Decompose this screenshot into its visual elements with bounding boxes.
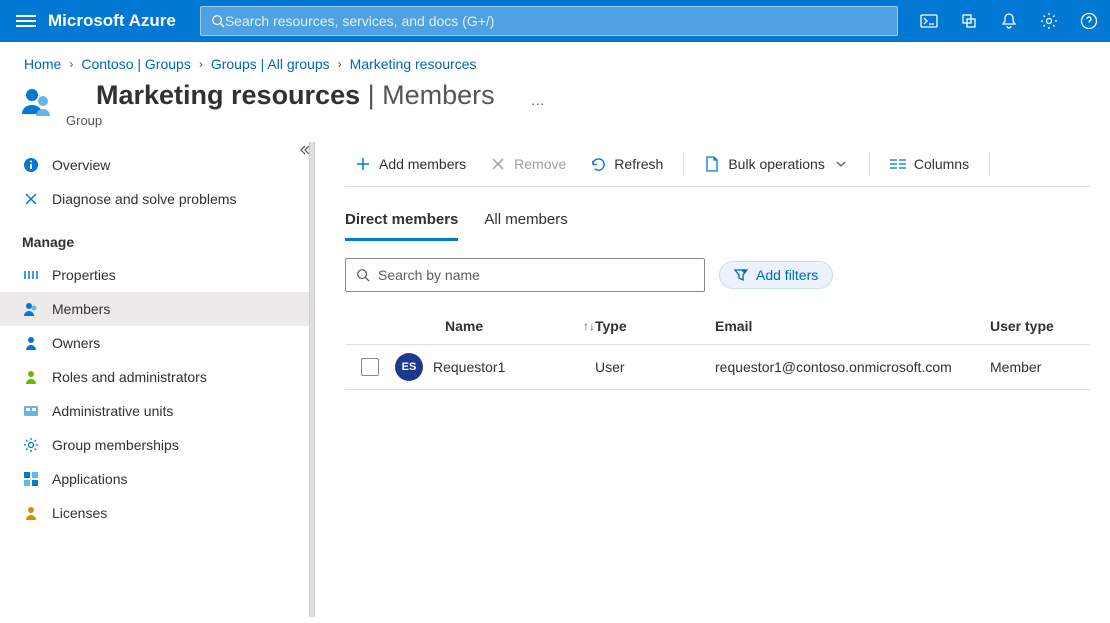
columns-button[interactable]: Columns [880,150,979,178]
remove-button: Remove [480,150,576,178]
top-icon-bar [918,10,1100,32]
sidebar-item-label: Owners [52,335,100,351]
row-usertype: Member [990,359,1090,375]
sidebar-manage-heading: Manage [0,216,315,258]
menu-icon[interactable] [16,15,36,27]
breadcrumb-contoso[interactable]: Contoso | Groups [81,56,190,72]
help-icon[interactable] [1078,10,1100,32]
wrench-icon [22,190,40,208]
admin-units-icon [22,402,40,420]
breadcrumb: Home › Contoso | Groups › Groups | All g… [0,42,1110,80]
sidebar-item-label: Group memberships [52,437,179,453]
column-usertype[interactable]: User type [990,318,1090,334]
add-filters-button[interactable]: Add filters [719,261,833,289]
licenses-icon [22,504,40,522]
main-content: Add members Remove Refresh Bulk operatio [315,142,1110,617]
columns-icon [890,156,906,172]
sidebar-item-label: Applications [52,471,128,487]
row-name: Requestor1 [433,359,505,375]
file-icon [704,156,720,172]
column-type[interactable]: Type [595,318,715,334]
directories-icon[interactable] [958,10,980,32]
sidebar-properties[interactable]: Properties [0,258,315,292]
toolbar: Add members Remove Refresh Bulk operatio [345,142,1090,187]
sidebar-item-label: Diagnose and solve problems [52,191,236,207]
chevron-down-icon [833,156,849,172]
sidebar-group-memberships[interactable]: Group memberships [0,428,315,462]
sidebar-item-label: Roles and administrators [52,369,207,385]
row-type: User [595,359,715,375]
properties-icon [22,266,40,284]
x-icon [490,156,506,172]
sidebar-item-label: Overview [52,157,110,173]
column-name[interactable]: Name ↑↓ [395,318,595,334]
sidebar-item-label: Administrative units [52,403,173,419]
plus-icon [355,156,371,172]
filter-row: Add filters [345,258,1090,292]
chevron-right-icon: › [69,57,73,71]
toolbar-divider [989,152,990,176]
tab-direct-members[interactable]: Direct members [345,205,458,241]
sidebar: Overview Diagnose and solve problems Man… [0,142,315,617]
sidebar-roles[interactable]: Roles and administrators [0,360,315,394]
global-search-input[interactable] [225,13,887,29]
sidebar-diagnose[interactable]: Diagnose and solve problems [0,182,315,216]
column-email[interactable]: Email [715,318,990,334]
breadcrumb-groups[interactable]: Groups | All groups [211,56,330,72]
refresh-icon [590,156,606,172]
global-search[interactable] [200,6,898,36]
gear-icon [22,436,40,454]
chevron-right-icon: › [199,57,203,71]
breadcrumb-current[interactable]: Marketing resources [350,56,477,72]
sidebar-item-label: Members [52,301,110,317]
bulk-operations-button[interactable]: Bulk operations [694,150,859,178]
row-email: requestor1@contoso.onmicrosoft.com [715,359,990,375]
sidebar-item-label: Properties [52,267,116,283]
search-icon [356,268,370,282]
sidebar-admin-units[interactable]: Administrative units [0,394,315,428]
search-icon [211,14,225,28]
info-icon [22,156,40,174]
cloud-shell-icon[interactable] [918,10,940,32]
page-title: Marketing resources | Members [66,80,515,111]
toolbar-divider [683,152,684,176]
settings-icon[interactable] [1038,10,1060,32]
more-icon[interactable]: … [531,92,546,108]
notifications-icon[interactable] [998,10,1020,32]
row-checkbox[interactable] [361,358,379,376]
sidebar-licenses[interactable]: Licenses [0,496,315,530]
name-search-input[interactable] [378,267,694,283]
owners-icon [22,334,40,352]
sidebar-members[interactable]: Members [0,292,315,326]
apps-icon [22,470,40,488]
member-tabs: Direct members All members [345,205,1090,242]
name-search[interactable] [345,258,705,292]
refresh-button[interactable]: Refresh [580,150,673,178]
page-header: Marketing resources | Members Group … [0,80,1110,142]
members-icon [22,300,40,318]
members-table: Name ↑↓ Type Email User type ES Requesto… [345,308,1090,390]
sidebar-owners[interactable]: Owners [0,326,315,360]
sidebar-item-label: Licenses [52,505,107,521]
top-header: Microsoft Azure [0,0,1110,42]
page-subtitle: Group [66,113,515,128]
filter-icon [734,268,748,282]
table-header: Name ↑↓ Type Email User type [345,308,1090,345]
breadcrumb-home[interactable]: Home [24,56,61,72]
group-icon [20,84,54,118]
sidebar-applications[interactable]: Applications [0,462,315,496]
roles-icon [22,368,40,386]
chevron-right-icon: › [338,57,342,71]
table-row[interactable]: ES Requestor1 User requestor1@contoso.on… [345,345,1090,390]
toolbar-divider [869,152,870,176]
add-members-button[interactable]: Add members [345,150,476,178]
brand-label[interactable]: Microsoft Azure [48,11,176,31]
avatar: ES [395,353,423,381]
tab-all-members[interactable]: All members [484,205,567,241]
sidebar-overview[interactable]: Overview [0,148,315,182]
sort-icon: ↑↓ [583,319,595,333]
